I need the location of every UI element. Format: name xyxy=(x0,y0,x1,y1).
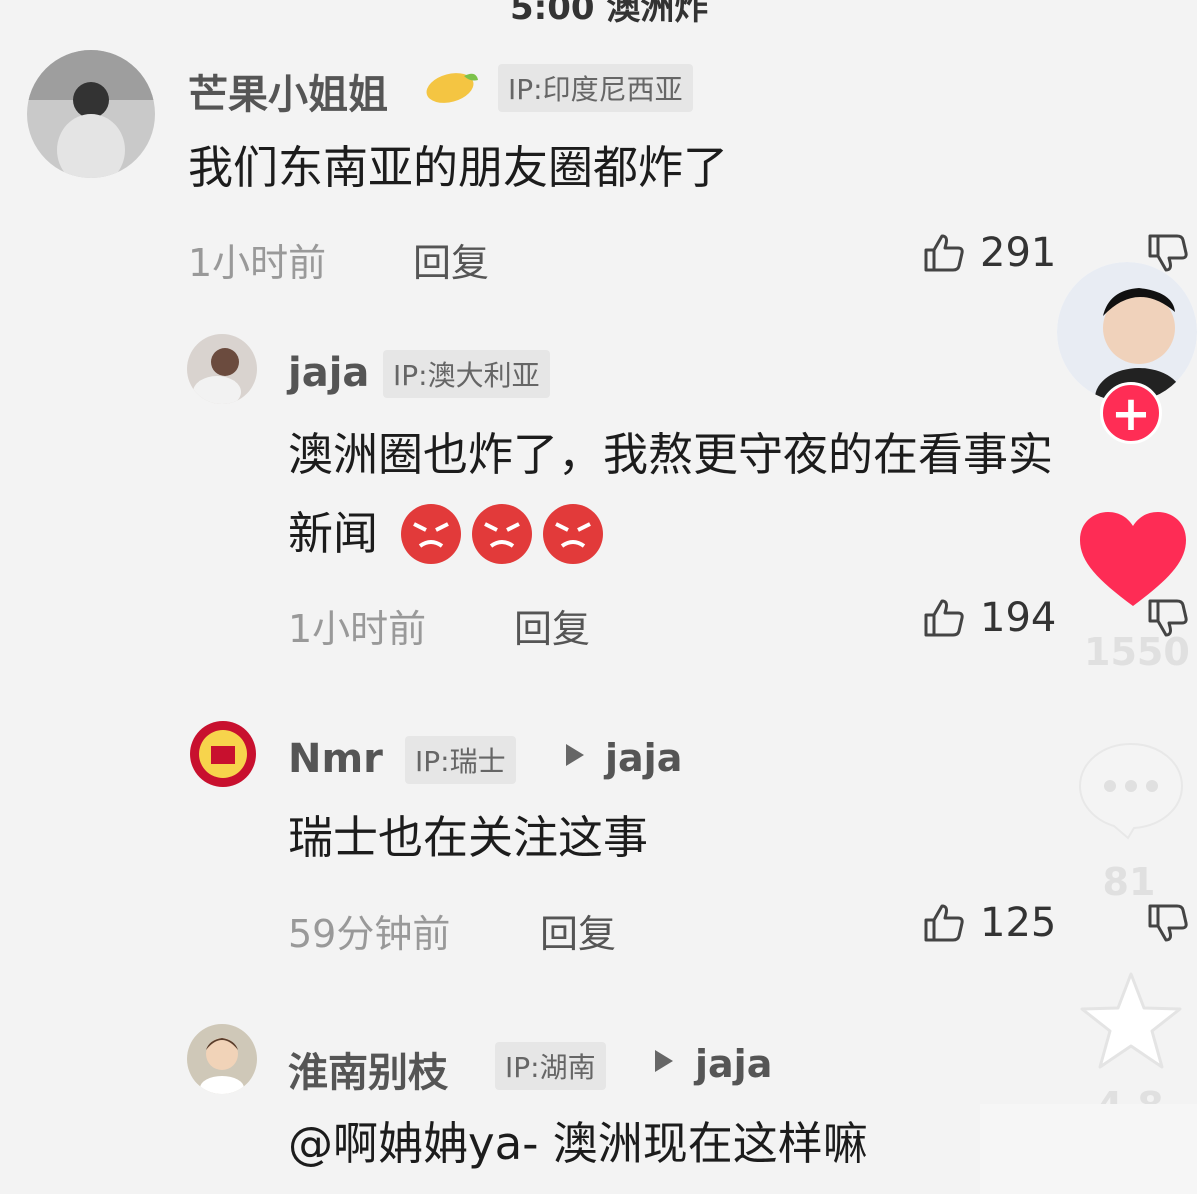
thumbs-up-icon[interactable] xyxy=(922,230,966,274)
username[interactable]: Nmr xyxy=(288,736,383,782)
username[interactable]: 芒果小姐姐 xyxy=(188,62,388,120)
reply-target[interactable]: jaja xyxy=(605,736,682,780)
comment-text: 瑞士也在关注这事 xyxy=(288,811,649,864)
manchester-united-crest-icon xyxy=(190,721,256,787)
comment-text: 我们东南亚的朋友圈都炸了 xyxy=(188,141,729,194)
ip-location: IP:瑞士 xyxy=(405,736,516,784)
follow-plus-button[interactable]: + xyxy=(1100,382,1162,444)
avatar[interactable] xyxy=(27,50,155,178)
creator-avatar-photo xyxy=(1057,262,1197,402)
reply-target[interactable]: jaja xyxy=(695,1042,772,1086)
avatar[interactable] xyxy=(187,334,257,404)
comment-text: 新闻 xyxy=(288,507,379,560)
avatar-photo xyxy=(27,50,155,178)
avatar-photo xyxy=(187,334,257,404)
avatar[interactable] xyxy=(189,720,257,788)
username[interactable]: 淮南别枝 xyxy=(288,1040,448,1098)
reply-arrow-icon xyxy=(566,744,584,766)
ip-location: IP:澳大利亚 xyxy=(383,350,550,398)
thumbs-up-icon[interactable] xyxy=(922,900,966,944)
reply-button[interactable]: 回复 xyxy=(413,232,489,287)
ip-location: IP:印度尼西亚 xyxy=(498,64,693,112)
like-count: 125 xyxy=(980,900,1057,946)
comment-count: 81 xyxy=(1102,860,1156,904)
heart-icon[interactable] xyxy=(1078,510,1188,610)
star-favorite-icon[interactable] xyxy=(1078,970,1184,1072)
like-count: 194 xyxy=(980,595,1057,641)
angry-face-emoji-icon xyxy=(401,504,603,564)
mango-emoji-icon xyxy=(426,73,478,103)
bottom-overlay xyxy=(980,1104,1197,1194)
comment-text: @啊姌姌ya- 澳洲现在这样嘛 xyxy=(288,1117,868,1170)
heart-count: 1550 xyxy=(1084,630,1190,674)
top-title: 5:00 澳洲炸 xyxy=(510,0,709,28)
timestamp: 1小时前 xyxy=(188,241,327,285)
reply-button[interactable]: 回复 xyxy=(514,598,590,653)
avatar-photo xyxy=(187,1024,257,1094)
username[interactable]: jaja xyxy=(288,350,369,396)
like-count: 291 xyxy=(980,230,1057,276)
thumbs-down-icon[interactable] xyxy=(1146,902,1190,946)
timestamp: 1小时前 xyxy=(288,607,427,651)
avatar[interactable] xyxy=(187,1024,257,1094)
creator-avatar[interactable] xyxy=(1057,262,1197,402)
reply-button[interactable]: 回复 xyxy=(540,903,616,958)
thumbs-up-icon[interactable] xyxy=(922,595,966,639)
timestamp: 59分钟前 xyxy=(288,912,451,956)
comment-bubble-icon[interactable] xyxy=(1076,740,1186,840)
reply-arrow-icon xyxy=(655,1050,673,1072)
ip-location: IP:湖南 xyxy=(495,1042,606,1090)
comment-page: 5:00 澳洲炸 芒果小姐姐 IP:印度尼西亚 我们东南亚的朋友圈都炸了 1小时… xyxy=(0,0,1197,1194)
comment-text: 澳洲圈也炸了，我熬更守夜的在看事实 xyxy=(288,428,1054,481)
